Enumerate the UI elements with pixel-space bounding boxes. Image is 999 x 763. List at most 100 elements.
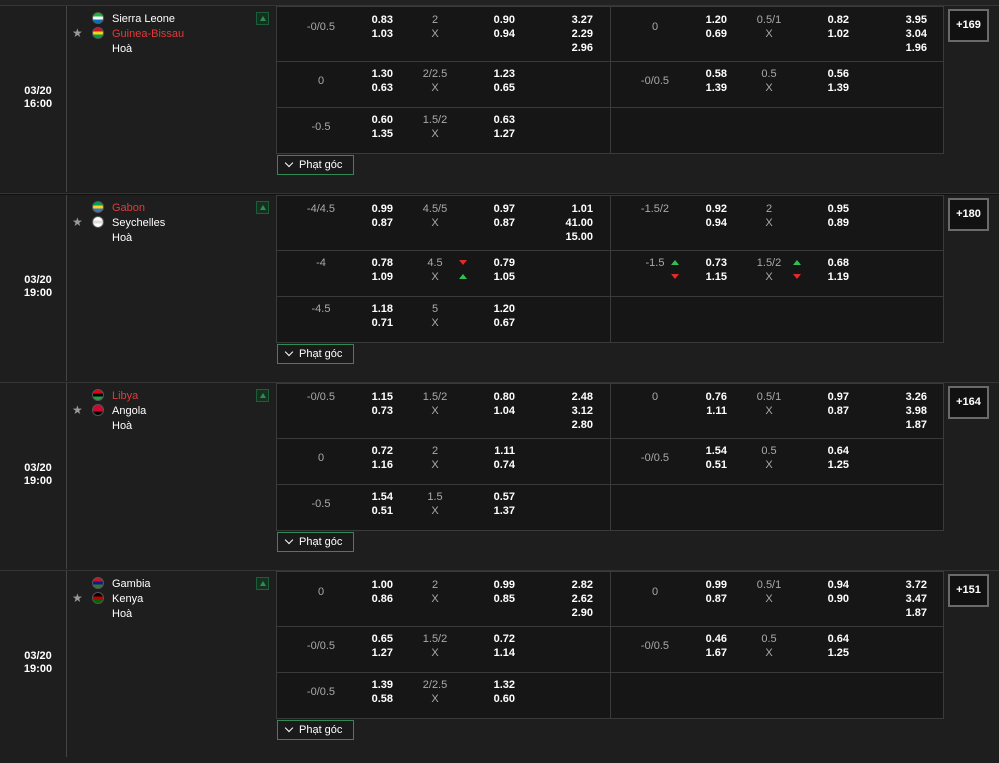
home-odds[interactable]: 0.58 bbox=[687, 67, 727, 81]
away-odds[interactable]: 0.71 bbox=[353, 316, 393, 330]
home-team-name[interactable]: Libya bbox=[112, 390, 138, 403]
lose-odds[interactable]: 2.96 bbox=[553, 41, 593, 55]
draw-odds[interactable]: 2.29 bbox=[553, 27, 593, 41]
away-team-name[interactable]: Guinea-Bissau bbox=[112, 28, 184, 41]
win-odds[interactable]: 3.26 bbox=[887, 390, 927, 404]
away-odds[interactable]: 0.51 bbox=[353, 504, 393, 518]
home-odds[interactable]: 1.00 bbox=[353, 578, 393, 592]
under-odds[interactable]: 1.02 bbox=[809, 27, 849, 41]
star-icon[interactable]: ★ bbox=[72, 216, 83, 229]
home-odds[interactable]: 1.54 bbox=[687, 444, 727, 458]
under-odds[interactable]: 1.14 bbox=[475, 646, 515, 660]
away-odds[interactable]: 1.11 bbox=[687, 404, 727, 418]
away-team-name[interactable]: Angola bbox=[112, 405, 146, 418]
away-odds[interactable]: 0.87 bbox=[687, 592, 727, 606]
home-odds[interactable]: 1.18 bbox=[353, 302, 393, 316]
market-icon[interactable] bbox=[256, 201, 269, 214]
under-odds[interactable]: 0.74 bbox=[475, 458, 515, 472]
star-icon[interactable]: ★ bbox=[72, 592, 83, 605]
corners-toggle-button[interactable]: Phạt góc bbox=[277, 720, 354, 740]
away-odds[interactable]: 1.39 bbox=[687, 81, 727, 95]
over-odds[interactable]: 0.64 bbox=[809, 632, 849, 646]
under-odds[interactable]: 0.65 bbox=[475, 81, 515, 95]
home-odds[interactable]: 1.54 bbox=[353, 490, 393, 504]
home-odds[interactable]: 0.99 bbox=[687, 578, 727, 592]
over-odds[interactable]: 1.23 bbox=[475, 67, 515, 81]
under-odds[interactable]: 0.60 bbox=[475, 692, 515, 706]
away-team-name[interactable]: Seychelles bbox=[112, 217, 165, 230]
home-odds[interactable]: 1.39 bbox=[353, 678, 393, 692]
home-odds[interactable]: 1.30 bbox=[353, 67, 393, 81]
home-odds[interactable]: 1.15 bbox=[353, 390, 393, 404]
home-odds[interactable]: 0.83 bbox=[353, 13, 393, 27]
away-odds[interactable]: 0.86 bbox=[353, 592, 393, 606]
star-icon[interactable]: ★ bbox=[72, 404, 83, 417]
away-odds[interactable]: 0.94 bbox=[687, 216, 727, 230]
over-odds[interactable]: 0.72 bbox=[475, 632, 515, 646]
more-markets-button[interactable]: +169 bbox=[948, 9, 989, 42]
home-odds[interactable]: 0.46 bbox=[687, 632, 727, 646]
under-odds[interactable]: 1.05 bbox=[475, 270, 515, 284]
home-odds[interactable]: 1.20 bbox=[687, 13, 727, 27]
under-odds[interactable]: 1.39 bbox=[809, 81, 849, 95]
draw-odds[interactable]: 3.12 bbox=[553, 404, 593, 418]
under-odds[interactable]: 0.87 bbox=[475, 216, 515, 230]
over-odds[interactable]: 0.64 bbox=[809, 444, 849, 458]
away-odds[interactable]: 0.63 bbox=[353, 81, 393, 95]
away-odds[interactable]: 1.16 bbox=[353, 458, 393, 472]
home-odds[interactable]: 0.76 bbox=[687, 390, 727, 404]
under-odds[interactable]: 0.85 bbox=[475, 592, 515, 606]
under-odds[interactable]: 0.87 bbox=[809, 404, 849, 418]
home-odds[interactable]: 0.99 bbox=[353, 202, 393, 216]
win-odds[interactable]: 3.27 bbox=[553, 13, 593, 27]
under-odds[interactable]: 1.19 bbox=[809, 270, 849, 284]
over-odds[interactable]: 1.11 bbox=[475, 444, 515, 458]
away-team-name[interactable]: Kenya bbox=[112, 593, 143, 606]
draw-odds[interactable]: 2.62 bbox=[553, 592, 593, 606]
corners-toggle-button[interactable]: Phạt góc bbox=[277, 532, 354, 552]
over-odds[interactable]: 0.95 bbox=[809, 202, 849, 216]
home-odds[interactable]: 0.65 bbox=[353, 632, 393, 646]
more-markets-button[interactable]: +180 bbox=[948, 198, 989, 231]
home-odds[interactable]: 0.92 bbox=[687, 202, 727, 216]
star-icon[interactable]: ★ bbox=[72, 27, 83, 40]
over-odds[interactable]: 0.79 bbox=[475, 256, 515, 270]
under-odds[interactable]: 1.25 bbox=[809, 458, 849, 472]
lose-odds[interactable]: 15.00 bbox=[553, 230, 593, 244]
away-odds[interactable]: 1.15 bbox=[687, 270, 727, 284]
away-odds[interactable]: 0.69 bbox=[687, 27, 727, 41]
win-odds[interactable]: 3.72 bbox=[887, 578, 927, 592]
under-odds[interactable]: 0.89 bbox=[809, 216, 849, 230]
under-odds[interactable]: 0.67 bbox=[475, 316, 515, 330]
under-odds[interactable]: 0.94 bbox=[475, 27, 515, 41]
over-odds[interactable]: 0.97 bbox=[475, 202, 515, 216]
away-odds[interactable]: 1.67 bbox=[687, 646, 727, 660]
away-odds[interactable]: 0.58 bbox=[353, 692, 393, 706]
away-odds[interactable]: 1.09 bbox=[353, 270, 393, 284]
away-odds[interactable]: 0.73 bbox=[353, 404, 393, 418]
under-odds[interactable]: 1.27 bbox=[475, 127, 515, 141]
market-icon[interactable] bbox=[256, 12, 269, 25]
over-odds[interactable]: 0.57 bbox=[475, 490, 515, 504]
market-icon[interactable] bbox=[256, 389, 269, 402]
home-odds[interactable]: 0.78 bbox=[353, 256, 393, 270]
more-markets-button[interactable]: +151 bbox=[948, 574, 989, 607]
over-odds[interactable]: 0.68 bbox=[809, 256, 849, 270]
home-team-name[interactable]: Gambia bbox=[112, 578, 151, 591]
lose-odds[interactable]: 1.96 bbox=[887, 41, 927, 55]
lose-odds[interactable]: 1.87 bbox=[887, 606, 927, 620]
away-odds[interactable]: 1.03 bbox=[353, 27, 393, 41]
home-team-name[interactable]: Sierra Leone bbox=[112, 13, 175, 26]
under-odds[interactable]: 1.04 bbox=[475, 404, 515, 418]
under-odds[interactable]: 1.37 bbox=[475, 504, 515, 518]
over-odds[interactable]: 0.90 bbox=[475, 13, 515, 27]
draw-odds[interactable]: 3.98 bbox=[887, 404, 927, 418]
corners-toggle-button[interactable]: Phạt góc bbox=[277, 155, 354, 175]
away-odds[interactable]: 0.51 bbox=[687, 458, 727, 472]
more-markets-button[interactable]: +164 bbox=[948, 386, 989, 419]
over-odds[interactable]: 0.94 bbox=[809, 578, 849, 592]
win-odds[interactable]: 3.95 bbox=[887, 13, 927, 27]
home-odds[interactable]: 0.73 bbox=[687, 256, 727, 270]
draw-odds[interactable]: 41.00 bbox=[553, 216, 593, 230]
over-odds[interactable]: 0.97 bbox=[809, 390, 849, 404]
